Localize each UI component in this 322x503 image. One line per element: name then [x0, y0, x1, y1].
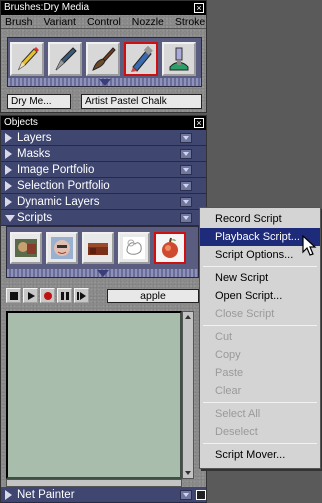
brush-library-strip[interactable]	[8, 78, 201, 86]
expand-triangle-icon[interactable]	[5, 490, 12, 500]
menu-separator	[203, 402, 317, 403]
pastel-chalk-brush-icon[interactable]	[124, 42, 158, 76]
section-layers[interactable]: Layers	[1, 130, 206, 146]
chevron-down-icon[interactable]	[96, 270, 109, 277]
expand-triangle-icon[interactable]	[5, 197, 12, 207]
menu-separator	[203, 325, 317, 326]
pen-nib-brush-icon[interactable]	[48, 42, 82, 76]
script-name-field[interactable]: apple	[107, 289, 199, 303]
menu-item-paste[interactable]: Paste	[200, 364, 320, 382]
pencil-brush-icon[interactable]	[10, 42, 44, 76]
menu-item-open-script[interactable]: Open Script...	[200, 287, 320, 305]
section-label: Net Painter	[17, 489, 75, 501]
menu-item-clear[interactable]: Clear	[200, 382, 320, 400]
section-label: Layers	[17, 132, 52, 144]
menu-variant[interactable]: Variant	[43, 16, 76, 28]
chevron-down-icon[interactable]	[98, 79, 111, 86]
face-script-icon[interactable]	[46, 232, 78, 264]
section-menu-icon[interactable]	[180, 133, 192, 143]
menu-stroke[interactable]: Stroke	[175, 16, 205, 28]
script-playback-controls	[6, 288, 89, 304]
expand-triangle-icon[interactable]	[5, 133, 12, 143]
section-menu-icon[interactable]	[180, 181, 192, 191]
paintbrush-icon[interactable]	[86, 42, 120, 76]
section-menu-icon[interactable]	[180, 213, 192, 223]
section-dynamic-layers[interactable]: Dynamic Layers	[1, 194, 206, 210]
brush-category-select[interactable]: Dry Me...	[7, 94, 71, 109]
expand-triangle-icon[interactable]	[5, 165, 12, 175]
menu-item-cut[interactable]: Cut	[200, 328, 320, 346]
section-label: Scripts	[17, 212, 53, 224]
menu-item-deselect[interactable]: Deselect	[200, 423, 320, 441]
section-label: Selection Portfolio	[17, 180, 110, 192]
section-menu-icon[interactable]	[180, 490, 192, 500]
brick-script-icon[interactable]	[82, 232, 114, 264]
close-icon[interactable]: ×	[194, 3, 204, 13]
menu-item-new-script[interactable]: New Script	[200, 269, 320, 287]
section-scripts[interactable]: Scripts	[1, 210, 206, 226]
photo-script-icon[interactable]	[10, 232, 42, 264]
brushes-title: Brushes:Dry Media	[4, 2, 90, 13]
menu-separator	[203, 443, 317, 444]
menu-item-close-script[interactable]: Close Script	[200, 305, 320, 323]
section-net-painter[interactable]: Net Painter	[1, 487, 206, 503]
scroll-down-icon[interactable]	[185, 471, 191, 475]
objects-title: Objects	[4, 117, 38, 128]
script-tiles-row	[6, 226, 199, 278]
menu-item-copy[interactable]: Copy	[200, 346, 320, 364]
close-icon[interactable]: ×	[194, 118, 204, 128]
menu-item-script-mover[interactable]: Script Mover...	[200, 446, 320, 464]
section-image-portfolio[interactable]: Image Portfolio	[1, 162, 206, 178]
brush-variant-select[interactable]: Artist Pastel Chalk	[81, 94, 202, 109]
section-label: Image Portfolio	[17, 164, 95, 176]
objects-title-bar[interactable]: Objects ×	[1, 116, 206, 130]
expand-triangle-icon[interactable]	[5, 149, 12, 159]
objects-palette: Objects × Layers Masks Image Portfolio S…	[0, 115, 207, 503]
step-icon[interactable]	[74, 288, 89, 303]
mouse-pointer-icon	[302, 235, 317, 256]
resize-handle-icon[interactable]	[196, 490, 206, 500]
section-selection-portfolio[interactable]: Selection Portfolio	[1, 178, 206, 194]
stop-icon[interactable]	[6, 288, 21, 303]
play-icon[interactable]	[23, 288, 38, 303]
menu-control[interactable]: Control	[87, 16, 121, 28]
preview-vertical-scrollbar[interactable]	[182, 311, 194, 479]
section-label: Masks	[17, 148, 51, 160]
menu-item-record-script[interactable]: Record Script	[200, 210, 320, 228]
menu-nozzle[interactable]: Nozzle	[132, 16, 164, 28]
script-preview-area	[6, 311, 182, 479]
script-library-strip[interactable]	[7, 269, 198, 277]
menu-separator	[203, 266, 317, 267]
pause-icon[interactable]	[57, 288, 72, 303]
section-menu-icon[interactable]	[180, 197, 192, 207]
section-label: Dynamic Layers	[17, 196, 100, 208]
brushes-title-bar[interactable]: Brushes:Dry Media ×	[1, 1, 206, 15]
section-menu-icon[interactable]	[180, 149, 192, 159]
airbrush-icon[interactable]	[162, 42, 196, 76]
sketch-script-icon[interactable]	[118, 232, 150, 264]
section-masks[interactable]: Masks	[1, 146, 206, 162]
expand-triangle-icon[interactable]	[5, 181, 12, 191]
brush-tiles-row	[7, 37, 202, 87]
apple-script-icon[interactable]	[154, 232, 186, 264]
collapse-triangle-icon[interactable]	[5, 215, 15, 222]
scroll-up-icon[interactable]	[185, 315, 191, 319]
section-menu-icon[interactable]	[180, 165, 192, 175]
brushes-palette: Brushes:Dry Media × Brush Variant Contro…	[0, 0, 207, 113]
preview-horizontal-scrollbar[interactable]	[6, 479, 182, 487]
brushes-menubar: Brush Variant Control Nozzle Stroke	[1, 15, 206, 29]
record-icon[interactable]	[40, 288, 55, 303]
menu-brush[interactable]: Brush	[5, 16, 32, 28]
menu-item-select-all[interactable]: Select All	[200, 405, 320, 423]
